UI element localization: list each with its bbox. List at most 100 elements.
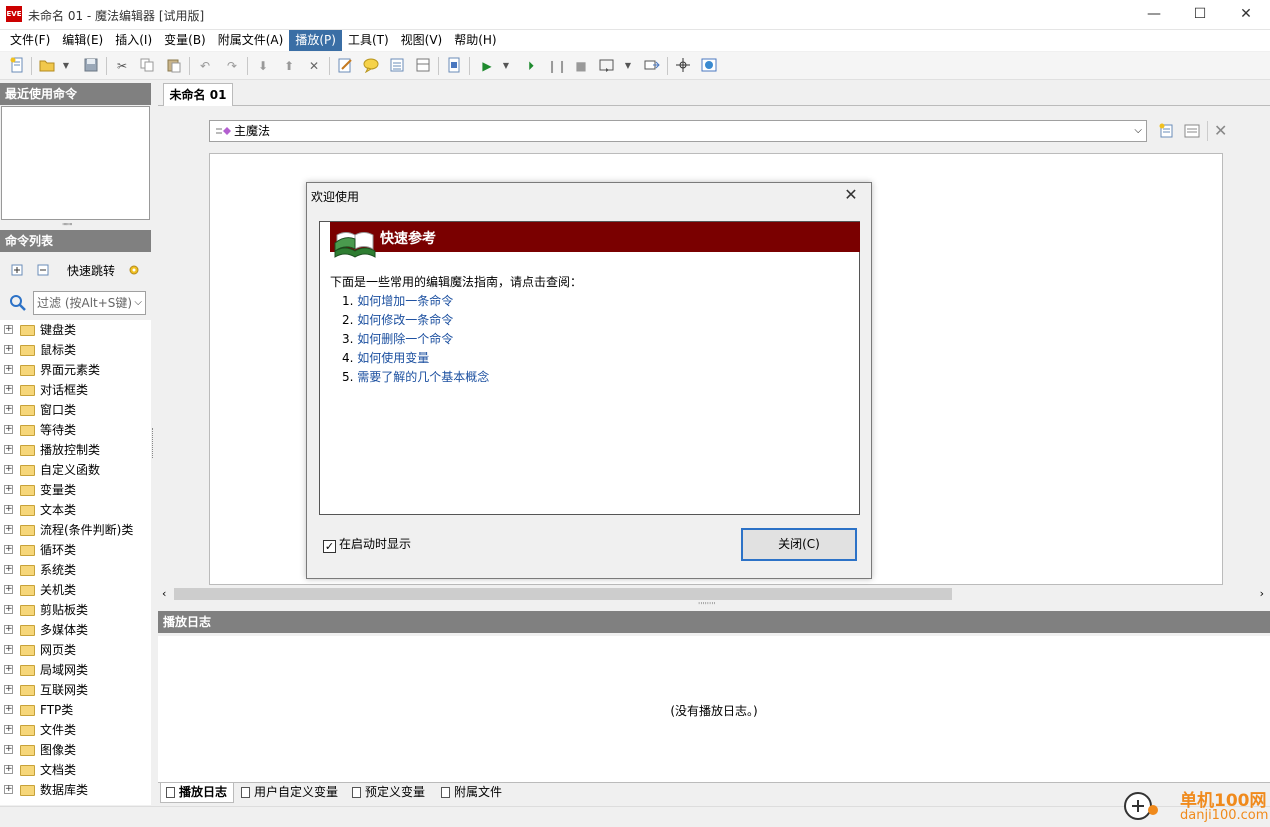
category-item[interactable]: + 局域网类 <box>0 660 151 680</box>
menu-edit[interactable]: 编辑(E) <box>56 30 109 51</box>
expand-icon[interactable]: + <box>4 685 13 694</box>
category-item[interactable]: + 循环类 <box>0 540 151 560</box>
show-on-startup-checkbox[interactable]: ✓ 在启动时显示 <box>323 535 411 553</box>
move-up-icon[interactable]: ⬆ <box>280 57 298 75</box>
category-item[interactable]: + 文本类 <box>0 500 151 520</box>
expand-icon[interactable]: + <box>4 365 13 374</box>
quick-jump-button[interactable]: 快速跳转 <box>67 262 115 279</box>
edit-command-icon[interactable] <box>336 57 354 75</box>
category-item[interactable]: + 多媒体类 <box>0 620 151 640</box>
menu-help[interactable]: 帮助(H) <box>448 30 502 51</box>
expand-icon[interactable]: + <box>4 425 13 434</box>
expand-icon[interactable]: + <box>4 525 13 534</box>
category-item[interactable]: + 互联网类 <box>0 680 151 700</box>
menu-view[interactable]: 视图(V) <box>395 30 449 51</box>
guide-link-basic-concepts[interactable]: 5. 需要了解的几个基本概念 <box>342 368 489 385</box>
expand-icon[interactable]: + <box>4 645 13 654</box>
expand-all-icon[interactable] <box>8 261 26 279</box>
close-button[interactable]: 关闭(C) <box>741 528 857 561</box>
category-item[interactable]: + 播放控制类 <box>0 440 151 460</box>
expand-icon[interactable]: + <box>4 505 13 514</box>
expand-icon[interactable]: + <box>4 405 13 414</box>
new-icon[interactable] <box>8 57 26 75</box>
copy-icon[interactable] <box>138 57 156 75</box>
horizontal-scrollbar[interactable]: ‹ › <box>158 586 1270 602</box>
move-down-icon[interactable]: ⬇ <box>254 57 272 75</box>
tab-play-log[interactable]: 播放日志 <box>160 783 234 803</box>
expand-icon[interactable]: + <box>4 545 13 554</box>
close-window-button[interactable]: ✕ <box>1223 0 1269 30</box>
pick-element-icon[interactable] <box>674 57 692 75</box>
delete-icon[interactable]: ✕ <box>305 57 323 75</box>
category-item[interactable]: + 关机类 <box>0 580 151 600</box>
tab-attachments[interactable]: 附属文件 <box>436 783 502 803</box>
guide-link-delete-command[interactable]: 3. 如何删除一个命令 <box>342 330 453 347</box>
tab-document[interactable]: 未命名 01 <box>163 83 233 106</box>
category-item[interactable]: + 键盘类 <box>0 320 151 340</box>
expand-icon[interactable]: + <box>4 765 13 774</box>
chevron-down-icon[interactable]: ⌵ <box>134 292 142 314</box>
open-folder-icon[interactable] <box>38 57 56 75</box>
category-item[interactable]: + 对话框类 <box>0 380 151 400</box>
expand-icon[interactable]: + <box>4 445 13 454</box>
category-item[interactable]: + 等待类 <box>0 420 151 440</box>
add-magic-icon[interactable] <box>1158 122 1176 140</box>
tab-user-variables[interactable]: 用户自定义变量 <box>236 783 338 803</box>
category-item[interactable]: + FTP类 <box>0 700 151 720</box>
scrollbar-thumb[interactable] <box>174 588 952 600</box>
menu-play[interactable]: 播放(P) <box>289 30 342 51</box>
expand-icon[interactable]: + <box>4 625 13 634</box>
magic-select[interactable]: 主魔法 ⌵ <box>209 120 1147 142</box>
category-item[interactable]: + 网页类 <box>0 640 151 660</box>
category-item[interactable]: + 剪贴板类 <box>0 600 151 620</box>
checkbox-check-icon[interactable]: ✓ <box>323 540 336 553</box>
category-item[interactable]: + 鼠标类 <box>0 340 151 360</box>
record-icon[interactable] <box>445 57 463 75</box>
tab-predefined-variables[interactable]: 预定义变量 <box>347 783 425 803</box>
collapse-all-icon[interactable] <box>34 261 52 279</box>
minimize-button[interactable]: — <box>1131 0 1177 30</box>
stop-icon[interactable]: ■ <box>572 57 590 75</box>
magic-properties-icon[interactable] <box>1183 122 1201 140</box>
expand-icon[interactable]: + <box>4 705 13 714</box>
dialog-close-icon[interactable]: ✕ <box>839 184 863 206</box>
play-icon[interactable]: ▶ <box>478 57 496 75</box>
loop-icon[interactable] <box>598 57 616 75</box>
scroll-left-icon[interactable]: ‹ <box>162 587 166 600</box>
delete-magic-icon[interactable]: ✕ <box>1214 121 1227 140</box>
loop-dropdown-icon[interactable]: ▼ <box>622 57 634 75</box>
expand-icon[interactable]: + <box>4 485 13 494</box>
expand-icon[interactable]: + <box>4 325 13 334</box>
category-item[interactable]: + 文档类 <box>0 760 151 780</box>
expand-icon[interactable]: + <box>4 605 13 614</box>
open-dropdown-icon[interactable]: ▼ <box>60 57 72 75</box>
menu-variable[interactable]: 变量(B) <box>158 30 212 51</box>
play-dropdown-icon[interactable]: ▼ <box>500 57 512 75</box>
menu-attachments[interactable]: 附属文件(A) <box>212 30 290 51</box>
paste-icon[interactable] <box>165 57 183 75</box>
expand-icon[interactable]: + <box>4 665 13 674</box>
category-item[interactable]: + 系统类 <box>0 560 151 580</box>
save-icon[interactable] <box>82 57 100 75</box>
step-play-icon[interactable]: ⏵ <box>522 57 540 75</box>
menu-file[interactable]: 文件(F) <box>4 30 56 51</box>
left-splitter-grip[interactable] <box>152 428 155 458</box>
panel-view-icon[interactable] <box>414 57 432 75</box>
chevron-down-icon[interactable]: ⌵ <box>1134 121 1142 141</box>
expand-icon[interactable]: + <box>4 585 13 594</box>
maximize-button[interactable]: ☐ <box>1177 0 1223 30</box>
category-item[interactable]: + 数据库类 <box>0 780 151 800</box>
cut-icon[interactable]: ✂ <box>113 57 131 75</box>
log-splitter-handle[interactable]: '''''''' <box>698 601 716 610</box>
expand-icon[interactable]: + <box>4 565 13 574</box>
quick-jump-settings-icon[interactable] <box>125 261 143 279</box>
menu-insert[interactable]: 插入(I) <box>109 30 158 51</box>
comment-icon[interactable] <box>362 57 380 75</box>
category-item[interactable]: + 界面元素类 <box>0 360 151 380</box>
guide-link-edit-command[interactable]: 2. 如何修改一条命令 <box>342 311 453 328</box>
undo-icon[interactable]: ↶ <box>196 57 214 75</box>
goto-icon[interactable] <box>643 57 661 75</box>
expand-icon[interactable]: + <box>4 785 13 794</box>
category-item[interactable]: + 窗口类 <box>0 400 151 420</box>
expand-icon[interactable]: + <box>4 345 13 354</box>
